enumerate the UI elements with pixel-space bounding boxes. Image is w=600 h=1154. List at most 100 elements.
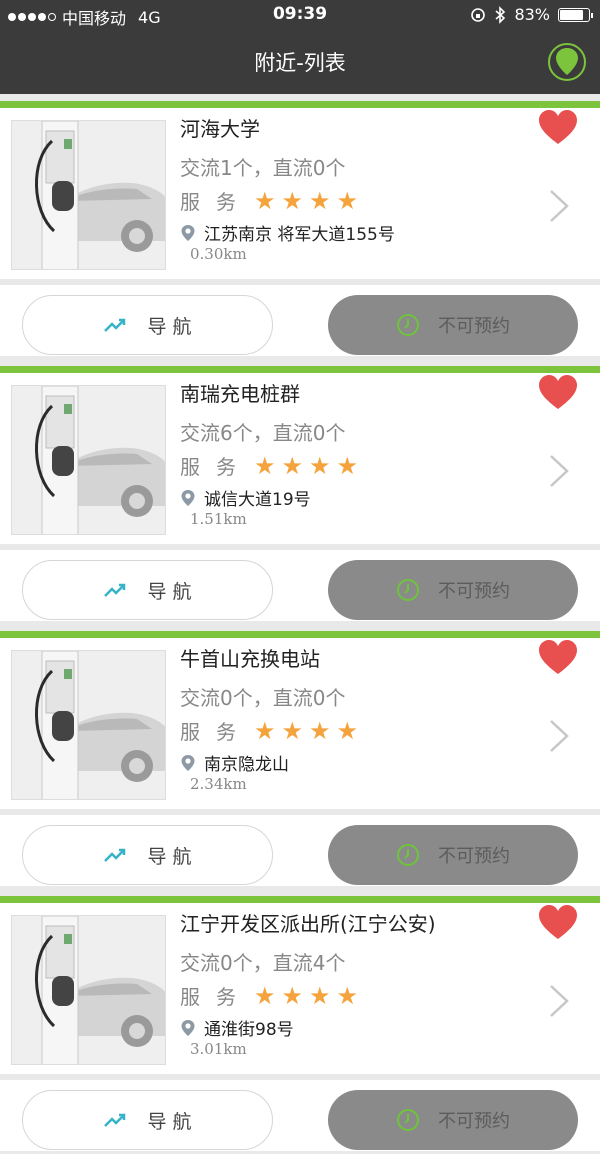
trend-icon (104, 583, 126, 597)
station-distance: 0.30km (190, 245, 247, 263)
address-text: 江苏南京 将军大道155号 (204, 225, 395, 245)
station-distance: 2.34km (190, 775, 247, 793)
card-accent-bar (0, 366, 600, 373)
station-actions: 导 航 不可预约 (0, 550, 600, 621)
chevron-right-icon[interactable] (548, 453, 570, 489)
star-icon: ★ (254, 981, 276, 1010)
reserve-button[interactable]: 不可预约 (328, 295, 578, 355)
navigate-label: 导 航 (147, 315, 192, 338)
lock-rotation-icon (471, 7, 486, 22)
star-icon: ★ (281, 981, 304, 1010)
reserve-label: 不可预约 (438, 1111, 510, 1132)
rating-stars: ★ ★ ★ ★ (254, 984, 358, 1008)
star-icon: ★ (281, 451, 304, 480)
navigate-button[interactable]: 导 航 (22, 295, 273, 355)
station-thumbnail (11, 385, 166, 535)
status-bar: 中国移动 4G 09:39 83% (0, 0, 600, 30)
clock-icon (397, 314, 419, 336)
station-address: 南京隐龙山 (180, 750, 289, 775)
map-button[interactable] (548, 43, 586, 81)
trend-icon (104, 848, 126, 862)
station-actions: 导 航 不可预约 (0, 285, 600, 356)
clock-icon (397, 844, 419, 866)
navigate-button[interactable]: 导 航 (22, 825, 273, 885)
chevron-right-icon[interactable] (548, 983, 570, 1019)
reserve-button[interactable]: 不可预约 (328, 825, 578, 885)
station-info[interactable]: 江宁开发区派出所(江宁公安) 交流0个，直流4个 服务 ★ ★ ★ ★ 通淮街98号 … (0, 903, 600, 1074)
map-pin-icon (556, 48, 578, 75)
rating-stars: ★ ★ ★ ★ (254, 189, 358, 213)
rating-stars: ★ ★ ★ ★ (254, 454, 358, 478)
star-icon: ★ (309, 186, 331, 215)
favorite-heart-icon[interactable] (538, 905, 578, 941)
navigate-button[interactable]: 导 航 (22, 560, 273, 620)
service-rating: 服务 ★ ★ ★ ★ (180, 451, 358, 480)
reserve-button[interactable]: 不可预约 (328, 1090, 578, 1150)
service-rating: 服务 ★ ★ ★ ★ (180, 716, 358, 745)
page-title: 附近-列表 (254, 51, 346, 75)
station-name: 南瑞充电桩群 (180, 382, 300, 406)
trend-icon (104, 318, 126, 332)
station-info[interactable]: 牛首山充换电站 交流0个，直流0个 服务 ★ ★ ★ ★ 南京隐龙山 2.34km (0, 638, 600, 809)
reserve-button[interactable]: 不可预约 (328, 560, 578, 620)
station-distance: 3.01km (190, 1040, 247, 1058)
favorite-heart-icon[interactable] (538, 640, 578, 676)
address-text: 通淮街98号 (204, 1020, 294, 1040)
station-thumbnail (11, 650, 166, 800)
station-card: 河海大学 交流1个，直流0个 服务 ★ ★ ★ ★ 江苏南京 将军大道155号 0.3… (0, 94, 600, 359)
station-list: 河海大学 交流1个，直流0个 服务 ★ ★ ★ ★ 江苏南京 将军大道155号 0.3… (0, 94, 600, 1154)
navigate-button[interactable]: 导 航 (22, 1090, 273, 1150)
rating-stars: ★ ★ ★ ★ (254, 719, 358, 743)
star-icon: ★ (336, 186, 359, 215)
service-rating: 服务 ★ ★ ★ ★ (180, 186, 358, 215)
service-label: 服务 (180, 985, 252, 1009)
service-label: 服务 (180, 720, 252, 744)
star-icon: ★ (336, 451, 359, 480)
station-address: 通淮街98号 (180, 1015, 294, 1040)
station-card: 牛首山充换电站 交流0个，直流0个 服务 ★ ★ ★ ★ 南京隐龙山 2.34km 导… (0, 624, 600, 889)
station-name: 牛首山充换电站 (180, 647, 320, 671)
bluetooth-icon (495, 5, 506, 24)
location-pin-icon (181, 754, 195, 771)
clock-icon (397, 579, 419, 601)
reserve-label: 不可预约 (438, 581, 510, 602)
service-rating: 服务 ★ ★ ★ ★ (180, 981, 358, 1010)
station-name: 河海大学 (180, 117, 260, 141)
station-distance: 1.51km (190, 510, 247, 528)
favorite-heart-icon[interactable] (538, 375, 578, 411)
station-info[interactable]: 南瑞充电桩群 交流6个，直流0个 服务 ★ ★ ★ ★ 诚信大道19号 1.51km (0, 373, 600, 544)
station-ports: 交流0个，直流4个 (180, 951, 346, 975)
station-info[interactable]: 河海大学 交流1个，直流0个 服务 ★ ★ ★ ★ 江苏南京 将军大道155号 0.3… (0, 108, 600, 279)
location-pin-icon (181, 224, 195, 241)
station-ports: 交流6个，直流0个 (180, 421, 346, 445)
reserve-label: 不可预约 (438, 846, 510, 867)
nav-bar: 附近-列表 (0, 30, 600, 94)
service-label: 服务 (180, 455, 252, 479)
battery-percent: 83% (514, 5, 550, 24)
battery-icon (558, 7, 593, 22)
station-thumbnail (11, 915, 166, 1065)
star-icon: ★ (336, 716, 359, 745)
clock-icon (397, 1109, 419, 1131)
station-actions: 导 航 不可预约 (0, 1080, 600, 1151)
star-icon: ★ (281, 716, 304, 745)
address-text: 诚信大道19号 (204, 490, 311, 510)
navigate-label: 导 航 (147, 845, 192, 868)
card-accent-bar (0, 631, 600, 638)
star-icon: ★ (309, 981, 331, 1010)
status-right: 83% (470, 5, 593, 24)
reserve-label: 不可预约 (438, 316, 510, 337)
star-icon: ★ (254, 451, 276, 480)
service-label: 服务 (180, 190, 252, 214)
chevron-right-icon[interactable] (548, 188, 570, 224)
station-address: 江苏南京 将军大道155号 (180, 220, 395, 245)
favorite-heart-icon[interactable] (538, 110, 578, 146)
location-pin-icon (181, 1019, 195, 1036)
star-icon: ★ (254, 186, 276, 215)
location-pin-icon (181, 489, 195, 506)
navigate-label: 导 航 (147, 580, 192, 603)
navigate-label: 导 航 (147, 1110, 192, 1133)
chevron-right-icon[interactable] (548, 718, 570, 754)
trend-icon (104, 1113, 126, 1127)
station-address: 诚信大道19号 (180, 485, 311, 510)
